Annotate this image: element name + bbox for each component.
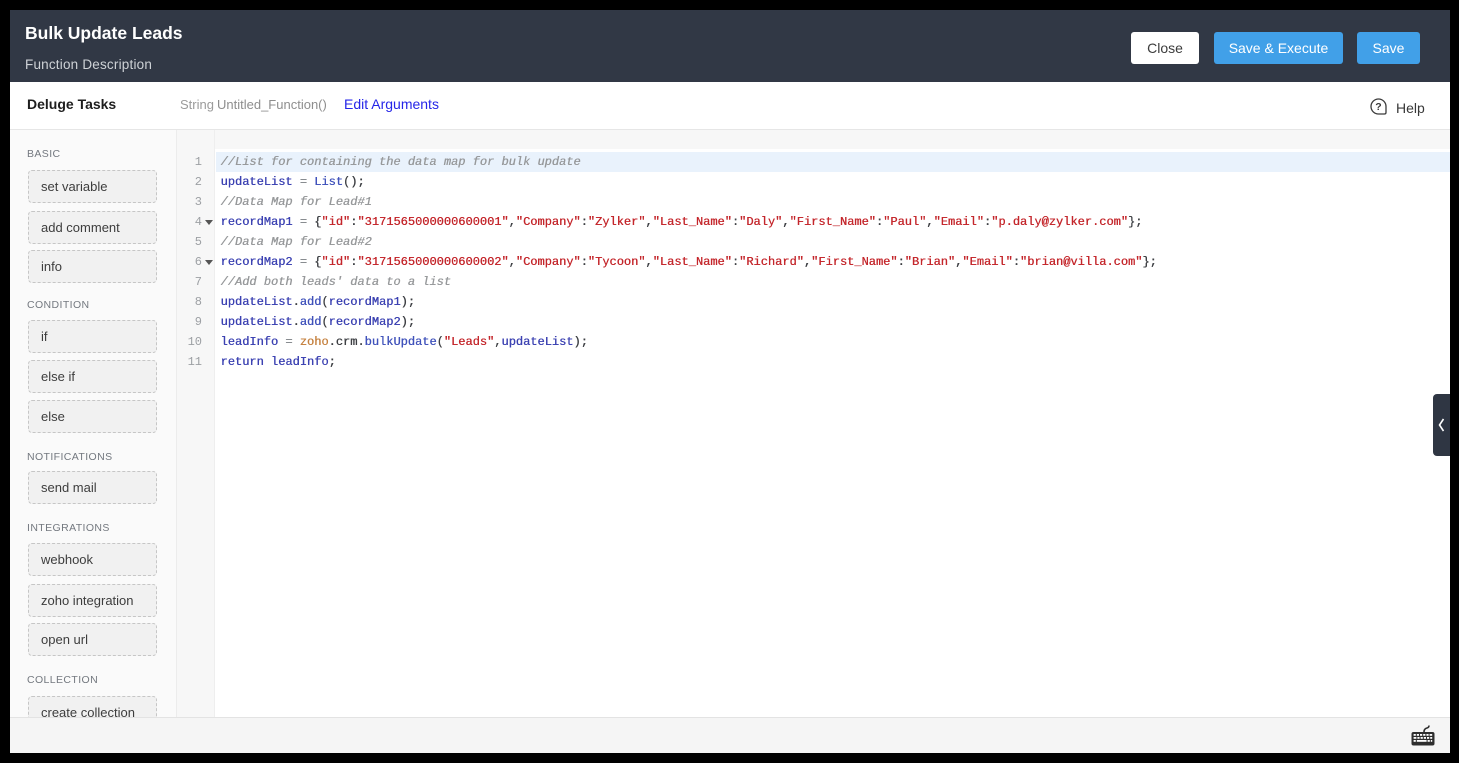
svg-text:?: ? [1375, 101, 1381, 113]
